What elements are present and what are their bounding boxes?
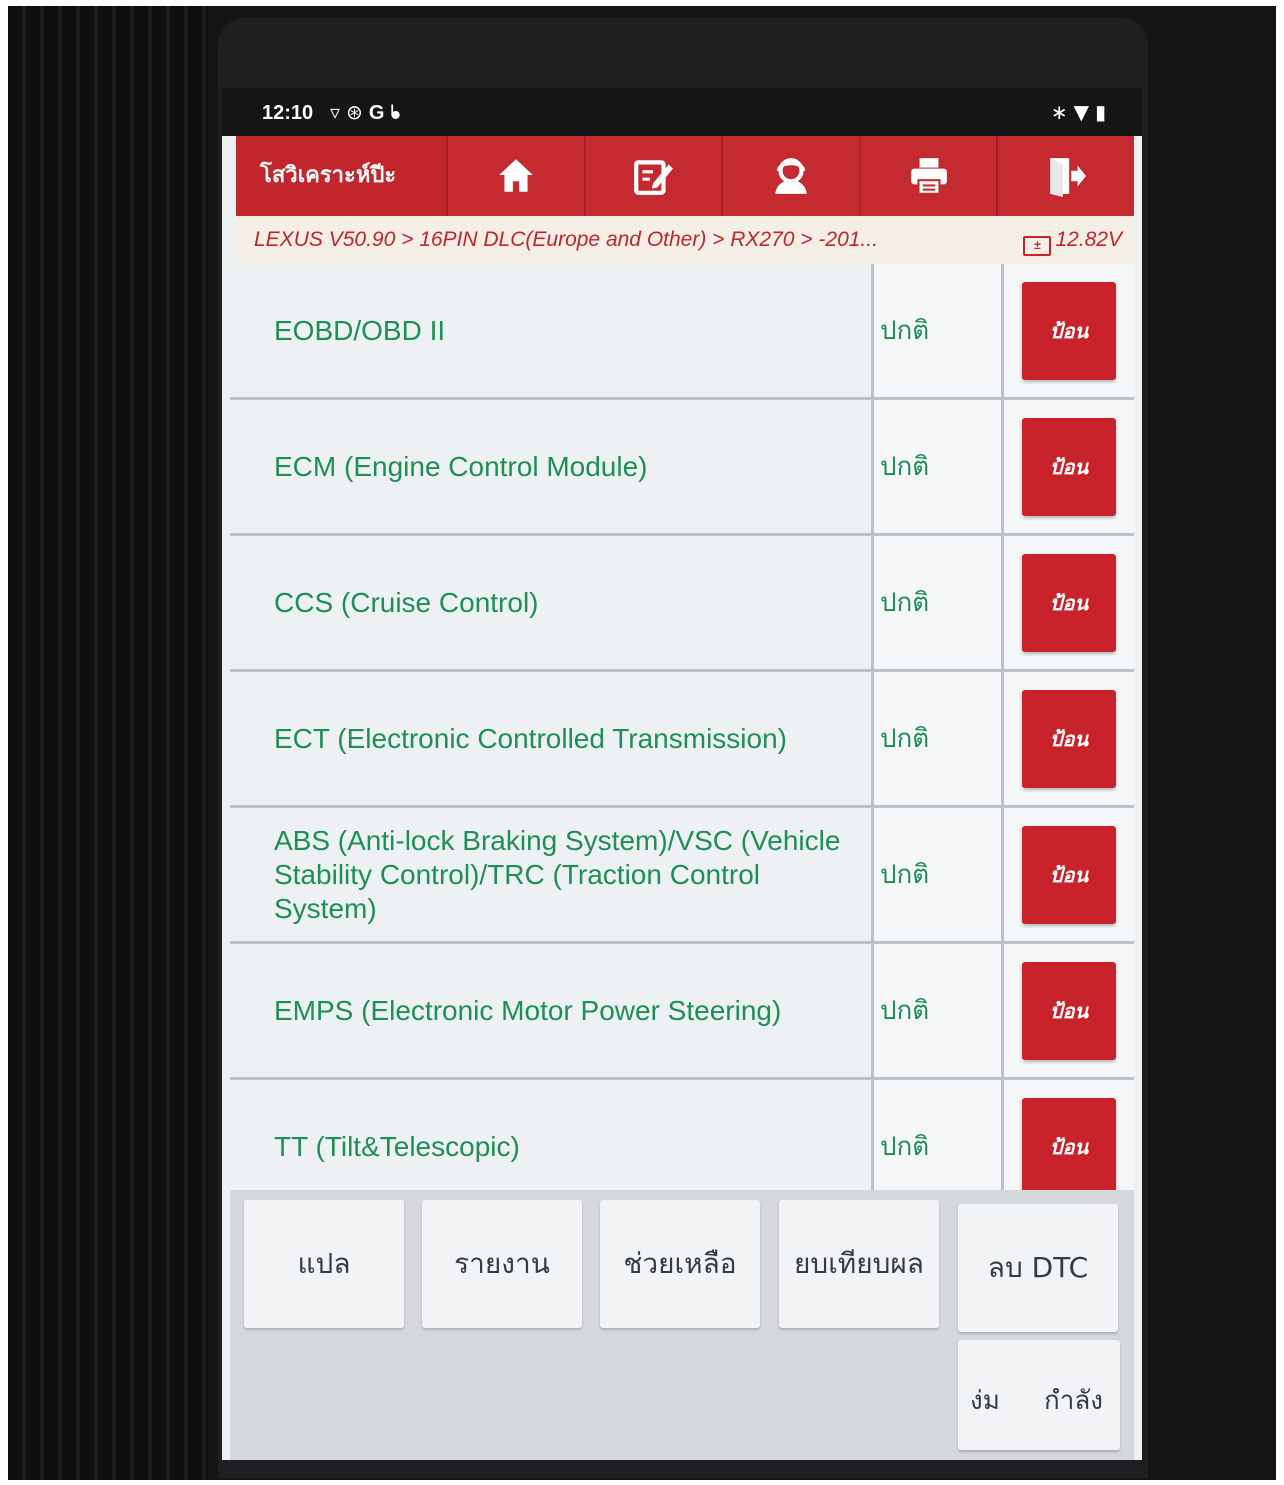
module-name: EMPS (Electronic Motor Power Steering) (274, 994, 782, 1026)
module-row[interactable]: EOBD/OBD II ปกติ ป้อน (230, 264, 1134, 400)
enter-button[interactable]: ป้อน (1022, 1097, 1116, 1190)
breadcrumb: LEXUS V50.90 > 16PIN DLC(Europe and Othe… (254, 228, 878, 251)
module-status-cell: ปกติ (874, 944, 1004, 1077)
enter-button[interactable]: ป้อน (1022, 553, 1116, 652)
module-status-cell: ปกติ (874, 264, 1004, 397)
module-name: CCS (Cruise Control) (274, 586, 539, 618)
module-name: ECT (Electronic Controlled Transmission) (274, 722, 787, 754)
module-name-cell: TT (Tilt&Telescopic) (230, 1080, 874, 1190)
edit-button[interactable] (583, 136, 722, 216)
tablet-screen: 12:10 ▿⊛Gᖲ ∗▼▮ โสวิเคราะห์ปีะ LEXUS V50.… (222, 88, 1142, 1460)
module-row[interactable]: EMPS (Electronic Motor Power Steering) ป… (230, 944, 1134, 1080)
status-left-icons: ▿⊛Gᖲ (330, 100, 407, 125)
module-status-cell: ปกติ (874, 808, 1004, 941)
module-action-cell: ป้อน (1004, 808, 1134, 941)
module-status: ปกติ (880, 860, 930, 890)
support-icon (775, 158, 807, 194)
module-name-cell: CCS (Cruise Control) (230, 536, 874, 669)
google-icon: G (368, 102, 391, 124)
battery-voltage: ±12.82V (1023, 228, 1122, 256)
module-status: ปกติ (880, 316, 930, 346)
module-name-cell: EMPS (Electronic Motor Power Steering) (230, 944, 874, 1077)
module-name: TT (Tilt&Telescopic) (274, 1130, 520, 1162)
module-name: ABS (Anti-lock Braking System)/VSC (Vehi… (274, 824, 841, 924)
module-row[interactable]: TT (Tilt&Telescopic) ปกติ ป้อน (230, 1080, 1134, 1190)
module-name-cell: ABS (Anti-lock Braking System)/VSC (Vehi… (230, 808, 874, 941)
module-status: ปกติ (880, 452, 930, 482)
status-bar: 12:10 ▿⊛Gᖲ ∗▼▮ (222, 88, 1142, 136)
module-status-cell: ปกติ (874, 536, 1004, 669)
wifi-icon: ▼ (1073, 100, 1095, 124)
bluetooth-icon: ∗ (1050, 100, 1074, 124)
help-button[interactable]: ช่วยเหลือ (600, 1200, 760, 1328)
module-list[interactable]: EOBD/OBD II ปกติ ป้อน ECM (Engine Contro… (230, 264, 1134, 1190)
compare-button[interactable]: ยบเทียบผล (779, 1200, 939, 1328)
module-status: ปกติ (880, 996, 930, 1026)
status-right-icons: ∗▼▮ (1051, 100, 1112, 124)
module-status-cell: ปกติ (874, 400, 1004, 533)
voltage-value: 12.82V (1055, 228, 1122, 251)
module-name-cell: ECT (Electronic Controlled Transmission) (230, 672, 874, 805)
status-time: 12:10 (262, 102, 314, 124)
breadcrumb-bar: LEXUS V50.90 > 16PIN DLC(Europe and Othe… (236, 216, 1134, 265)
wifi-icon: ▿ (330, 100, 347, 124)
module-status: ปกติ (880, 1132, 930, 1162)
module-status-cell: ปกติ (874, 1080, 1004, 1190)
module-row[interactable]: ECM (Engine Control Module) ปกติ ป้อน (230, 400, 1134, 536)
exit-button[interactable] (996, 136, 1134, 216)
module-status-cell: ปกติ (874, 672, 1004, 805)
translate-button[interactable]: แปล (244, 1200, 404, 1328)
enter-button[interactable]: ป้อน (1022, 281, 1116, 380)
enter-button[interactable]: ป้อน (1022, 417, 1116, 516)
toolbar: โสวิเคราะห์ปีะ (236, 136, 1134, 216)
edit-icon (634, 160, 674, 195)
exit-icon (1050, 158, 1087, 197)
toolbar-title: โสวิเคราะห์ปีะ (260, 163, 397, 188)
module-status: ปกติ (880, 724, 930, 754)
bottom-extra-right-label: กำลัง (1044, 1386, 1103, 1416)
car-battery-icon: ± (1023, 236, 1052, 256)
enter-button[interactable]: ป้อน (1022, 961, 1116, 1060)
module-name-cell: EOBD/OBD II (230, 264, 874, 397)
enter-button[interactable]: ป้อน (1022, 825, 1116, 924)
print-icon (910, 158, 947, 195)
clear-dtc-button[interactable]: ลบ DTC (958, 1204, 1118, 1332)
module-action-cell: ป้อน (1004, 1080, 1134, 1190)
module-action-cell: ป้อน (1004, 264, 1134, 397)
home-button[interactable] (446, 136, 584, 216)
module-row[interactable]: ABS (Anti-lock Braking System)/VSC (Vehi… (230, 808, 1134, 944)
bluetooth-icon: ⊛ (346, 100, 369, 124)
device-edge (8, 6, 208, 1480)
bottom-extra-button[interactable]: ง่ม กำลัง (958, 1340, 1120, 1450)
enter-button[interactable]: ป้อน (1022, 689, 1116, 788)
module-action-cell: ป้อน (1004, 944, 1134, 1077)
module-status: ปกติ (880, 588, 930, 618)
module-name: ECM (Engine Control Module) (274, 450, 648, 482)
module-action-cell: ป้อน (1004, 672, 1134, 805)
print-button[interactable] (858, 136, 997, 216)
bottom-extra-left-label: ง่ม (970, 1386, 1000, 1416)
module-name-cell: ECM (Engine Control Module) (230, 400, 874, 533)
stethoscope-icon: ᖲ (390, 100, 407, 124)
module-row[interactable]: ECT (Electronic Controlled Transmission)… (230, 672, 1134, 808)
module-action-cell: ป้อน (1004, 400, 1134, 533)
battery-icon: ▮ (1094, 100, 1112, 124)
support-button[interactable] (721, 136, 859, 216)
bottom-bar: แปล รายงาน ช่วยเหลือ ยบเทียบผล ลบ DTC ง่… (230, 1190, 1134, 1460)
module-row[interactable]: CCS (Cruise Control) ปกติ ป้อน (230, 536, 1134, 672)
home-icon (498, 159, 533, 192)
module-name: EOBD/OBD II (274, 314, 446, 346)
report-button[interactable]: รายงาน (422, 1200, 582, 1328)
module-action-cell: ป้อน (1004, 536, 1134, 669)
